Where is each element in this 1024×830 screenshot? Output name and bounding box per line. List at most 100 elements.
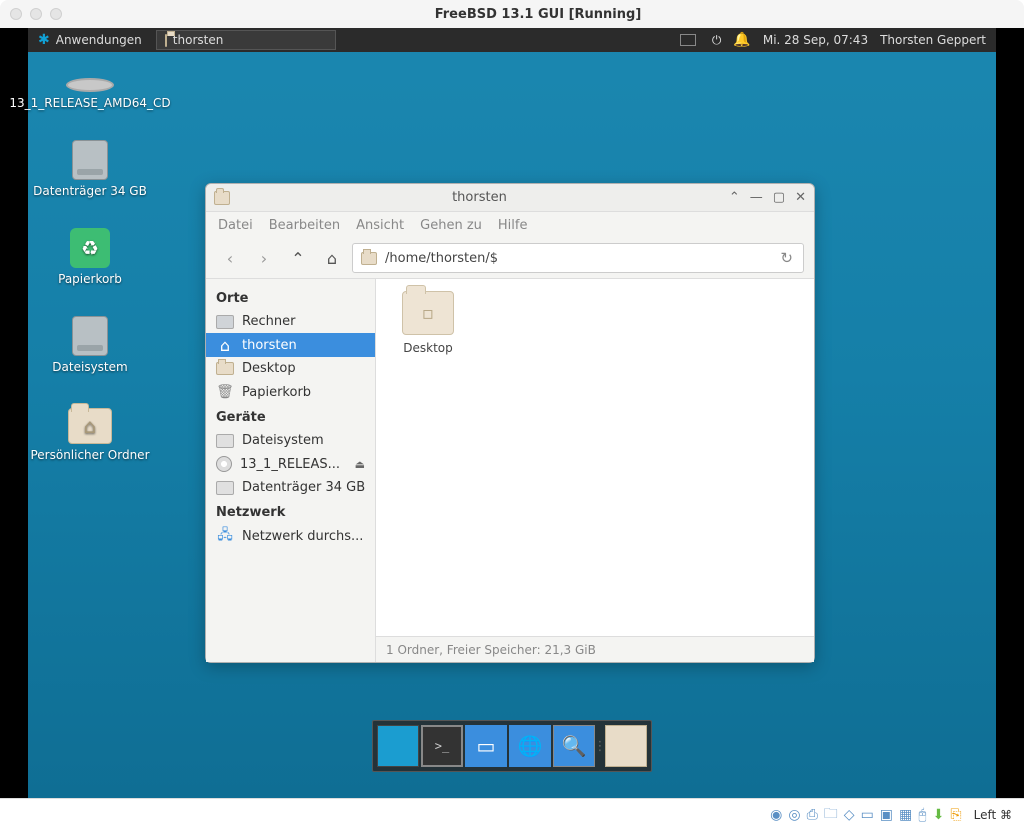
folder-icon [165, 34, 167, 47]
sidebar-item-label: 13_1_RELEAS... [240, 457, 340, 472]
nav-back-button[interactable]: ‹ [216, 244, 244, 272]
vb-recording-indicator-icon[interactable]: ▦ [899, 807, 912, 823]
menu-edit[interactable]: Bearbeiten [269, 218, 340, 233]
sidebar-item-cd[interactable]: 13_1_RELEAS... ⏏ [206, 452, 375, 476]
dock-show-desktop[interactable] [377, 725, 419, 767]
sidebar-item-trash[interactable]: 🗑 Papierkorb [206, 380, 375, 404]
nav-forward-button[interactable]: › [250, 244, 278, 272]
dock-app-finder[interactable]: 🔍 [553, 725, 595, 767]
sidebar-item-filesystem[interactable]: Dateisystem [206, 429, 375, 452]
drive-icon [216, 434, 234, 448]
vm-viewport: ✱ Anwendungen thorsten ⏻ 🔔 Mi. 28 Sep, 0… [0, 28, 1024, 798]
sidebar-item-label: Rechner [242, 314, 295, 329]
sidebar-places-header: Orte [206, 285, 375, 310]
menu-file[interactable]: Datei [218, 218, 253, 233]
optical-disc-icon [216, 456, 232, 472]
applications-menu-button[interactable]: ✱ Anwendungen [28, 28, 152, 52]
fm-body: Orte Rechner ⌂ thorsten Desktop 🗑 Papier… [206, 278, 814, 662]
vb-shared-folder-indicator-icon[interactable]: 🗀 [824, 803, 838, 827]
workspace-switcher[interactable] [680, 34, 696, 46]
sidebar-item-label: Dateisystem [242, 433, 324, 448]
window-controls [10, 8, 62, 20]
drive-icon [216, 481, 234, 495]
folder-icon [361, 252, 377, 265]
sidebar-item-home[interactable]: ⌂ thorsten [206, 333, 375, 357]
vb-usb-indicator-icon[interactable]: ⎙ [807, 807, 818, 823]
desktop-icon-label: 13_1_RELEASE_AMD64_CD [9, 96, 170, 110]
vb-clipboard-indicator-icon[interactable]: ⎘ [950, 807, 961, 823]
fm-content-area[interactable]: ▫ Desktop 1 Ordner, Freier Speicher: 21,… [376, 279, 814, 662]
xfce-dock: ▭ 🌐 🔍 ⋮ [372, 720, 652, 772]
applications-label: Anwendungen [56, 33, 142, 47]
sidebar-item-label: thorsten [242, 338, 297, 353]
vb-optical-indicator-icon[interactable]: ◎ [788, 807, 800, 823]
menu-help[interactable]: Hilfe [498, 218, 528, 233]
vb-mouse-indicator-icon[interactable]: 🖰 [918, 807, 926, 823]
dock-home-folder[interactable] [605, 725, 647, 767]
vb-host-key-label: Left ⌘ [974, 808, 1012, 822]
vb-hdd-indicator-icon[interactable]: ◉ [770, 807, 782, 823]
vb-display-indicator-icon[interactable]: ◇ [844, 807, 855, 823]
computer-icon [216, 315, 234, 329]
virtualbox-statusbar: ◉ ◎ ⎙ 🗀 ◇ ▭ ▣ ▦ 🖰 ⬇ ⎘ Left ⌘ [0, 798, 1024, 830]
minimize-button[interactable]: — [750, 190, 763, 205]
vb-keyboard-indicator-icon[interactable]: ⬇ [933, 807, 945, 823]
fm-window-buttons: ⌃ — ▢ ✕ [729, 190, 806, 205]
folder-icon [216, 362, 234, 375]
user-name-label[interactable]: Thorsten Geppert [880, 33, 986, 47]
fm-sidebar: Orte Rechner ⌂ thorsten Desktop 🗑 Papier… [206, 279, 376, 662]
zoom-traffic-light[interactable] [50, 8, 62, 20]
fm-toolbar: ‹ › ⌃ ⌂ /home/thorsten/$ ↻ [206, 238, 814, 278]
sidebar-network-header: Netzwerk [206, 499, 375, 524]
menu-view[interactable]: Ansicht [356, 218, 404, 233]
menu-go[interactable]: Gehen zu [420, 218, 482, 233]
sidebar-item-desktop[interactable]: Desktop [206, 357, 375, 380]
eject-icon[interactable]: ⏏ [355, 458, 365, 471]
shade-button[interactable]: ⌃ [729, 190, 740, 205]
desktop-icon-label: Datenträger 34 GB [33, 184, 147, 198]
desktop-icons-area: 13_1_RELEASE_AMD64_CD Datenträger 34 GB … [20, 68, 160, 462]
file-manager-window: thorsten ⌃ — ▢ ✕ Datei Bearbeiten Ansich… [205, 183, 815, 663]
desktop-icon-disk[interactable]: Datenträger 34 GB [20, 140, 160, 198]
notification-bell-icon[interactable]: 🔔 [733, 32, 750, 48]
desktop-icon-cd[interactable]: 13_1_RELEASE_AMD64_CD [20, 68, 160, 110]
nav-home-button[interactable]: ⌂ [318, 244, 346, 272]
folder-item-desktop[interactable]: ▫ Desktop [388, 291, 468, 355]
sidebar-item-disk[interactable]: Datenträger 34 GB [206, 476, 375, 499]
optical-disc-icon [66, 78, 114, 92]
dock-file-manager[interactable]: ▭ [465, 725, 507, 767]
file-item-label: Desktop [403, 341, 453, 355]
desktop-icon-home[interactable]: Persönlicher Ordner [20, 404, 160, 462]
reload-icon[interactable]: ↻ [780, 249, 795, 267]
location-bar[interactable]: /home/thorsten/$ ↻ [352, 243, 804, 273]
clock[interactable]: Mi. 28 Sep, 07:43 [763, 33, 868, 47]
close-button[interactable]: ✕ [795, 190, 806, 205]
sidebar-item-computer[interactable]: Rechner [206, 310, 375, 333]
sidebar-item-label: Netzwerk durchs... [242, 529, 363, 544]
close-traffic-light[interactable] [10, 8, 22, 20]
folder-icon [214, 191, 230, 205]
mouse-cursor-icon: ↖ [1003, 218, 1016, 237]
taskbar-window-label: thorsten [173, 33, 224, 47]
fm-menubar: Datei Bearbeiten Ansicht Gehen zu Hilfe [206, 212, 814, 238]
desktop-icon-trash[interactable]: ♻ Papierkorb [20, 228, 160, 286]
home-icon: ⌂ [216, 337, 234, 353]
desktop-icon-label: Persönlicher Ordner [30, 448, 149, 462]
sidebar-item-label: Papierkorb [242, 385, 311, 400]
desktop-icon-filesystem[interactable]: Dateisystem [20, 316, 160, 374]
sidebar-devices-header: Geräte [206, 404, 375, 429]
power-icon[interactable]: ⏻ [712, 33, 722, 48]
nav-up-button[interactable]: ⌃ [284, 244, 312, 272]
sidebar-item-browse-network[interactable]: 🖧 Netzwerk durchs... [206, 524, 375, 548]
sidebar-item-label: Datenträger 34 GB [242, 480, 365, 495]
taskbar-window-thorsten[interactable]: thorsten [156, 30, 336, 50]
harddrive-icon [72, 140, 108, 180]
fm-statusbar: 1 Ordner, Freier Speicher: 21,3 GiB [376, 636, 814, 662]
minimize-traffic-light[interactable] [30, 8, 42, 20]
dock-web-browser[interactable]: 🌐 [509, 725, 551, 767]
fm-titlebar[interactable]: thorsten ⌃ — ▢ ✕ [206, 184, 814, 212]
maximize-button[interactable]: ▢ [773, 190, 785, 205]
vb-network-indicator-icon[interactable]: ▣ [880, 807, 893, 823]
dock-terminal[interactable] [421, 725, 463, 767]
vb-audio-indicator-icon[interactable]: ▭ [861, 807, 874, 823]
